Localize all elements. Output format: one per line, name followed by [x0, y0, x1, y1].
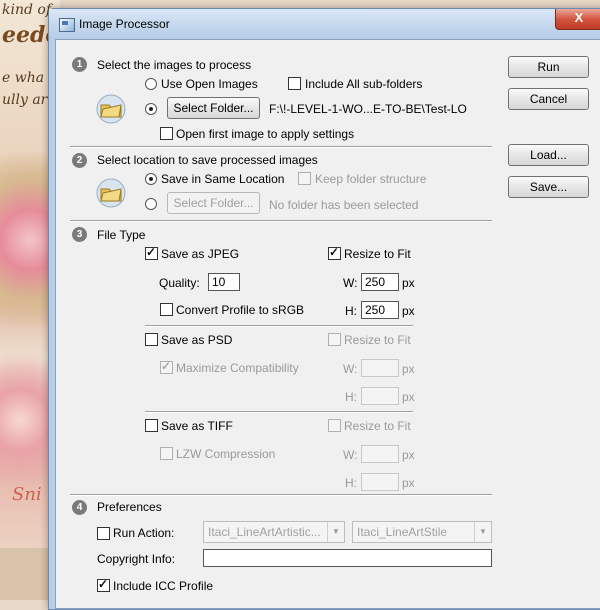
title-bar[interactable]: Image Processor X [49, 9, 600, 39]
lzw-compression-checkbox[interactable] [160, 447, 173, 460]
tiff-height-unit: px [402, 476, 415, 490]
psd-width-unit: px [402, 362, 415, 376]
psd-resize-checkbox[interactable] [328, 333, 341, 346]
save-same-location-radio[interactable] [145, 173, 157, 185]
lzw-compression-label: LZW Compression [176, 447, 276, 461]
psd-resize-label: Resize to Fit [344, 333, 411, 347]
include-icc-checkbox[interactable] [97, 577, 110, 592]
section4-heading: Preferences [97, 500, 162, 514]
jpeg-width-input[interactable]: 250 [361, 273, 399, 291]
section1-heading: Select the images to process [97, 58, 252, 72]
use-open-images-label: Use Open Images [161, 77, 258, 91]
tiff-resize-checkbox[interactable] [328, 419, 341, 432]
save-same-location-label: Save in Same Location [161, 172, 285, 186]
action-name-value: Itaci_LineArtStile [357, 525, 448, 539]
copyright-label: Copyright Info: [97, 552, 176, 566]
use-open-images-radio[interactable] [145, 78, 157, 90]
source-folder-path: F:\!-LEVEL-1-WO...E-TO-BE\Test-LO [269, 102, 467, 116]
select-destination-folder-button[interactable]: Select Folder... [167, 192, 260, 214]
save-as-psd-label: Save as PSD [161, 333, 233, 347]
step-1-badge: 1 [72, 57, 87, 72]
save-as-tiff-label: Save as TIFF [161, 419, 233, 433]
chevron-down-icon: ▼ [474, 522, 491, 542]
tiff-resize-label: Resize to Fit [344, 419, 411, 433]
tiff-height-input[interactable] [361, 473, 399, 491]
jpeg-height-label: H: [345, 304, 357, 318]
tiff-width-input[interactable] [361, 445, 399, 463]
cancel-button[interactable]: Cancel [508, 88, 589, 110]
psd-height-label: H: [345, 390, 357, 404]
run-button[interactable]: Run [508, 56, 589, 78]
psd-width-label: W: [343, 362, 358, 376]
maximize-compatibility-checkbox[interactable] [160, 359, 173, 374]
folder-icon [96, 94, 126, 124]
select-destination-radio[interactable] [145, 198, 157, 210]
jpeg-resize-label: Resize to Fit [344, 247, 411, 261]
chevron-down-icon: ▼ [327, 522, 344, 542]
load-button[interactable]: Load... [508, 144, 589, 166]
action-set-select[interactable]: Itaci_LineArtArtistic... ▼ [203, 521, 345, 543]
folder-icon [96, 178, 126, 208]
background-text-3: e wha [2, 70, 45, 86]
format-divider [145, 411, 413, 413]
quality-input[interactable]: 10 [208, 273, 240, 291]
background-text-4: ully ar [2, 92, 48, 108]
psd-height-input[interactable] [361, 387, 399, 405]
app-icon [59, 18, 75, 32]
save-as-jpeg-label: Save as JPEG [161, 247, 240, 261]
run-action-label: Run Action: [113, 526, 175, 540]
window-title: Image Processor [79, 17, 170, 31]
convert-profile-checkbox[interactable] [160, 303, 173, 316]
section-divider [70, 220, 492, 222]
jpeg-width-label: W: [343, 276, 358, 290]
copyright-input[interactable] [203, 549, 492, 567]
section2-heading: Select location to save processed images [97, 153, 318, 167]
jpeg-height-input[interactable]: 250 [361, 301, 399, 319]
maximize-compatibility-label: Maximize Compatibility [176, 361, 299, 375]
format-divider [145, 325, 413, 327]
jpeg-width-unit: px [402, 276, 415, 290]
save-as-tiff-checkbox[interactable] [145, 419, 158, 432]
background-text-1: kind of [2, 2, 51, 18]
include-icc-label: Include ICC Profile [113, 579, 214, 593]
save-as-psd-checkbox[interactable] [145, 333, 158, 346]
psd-height-unit: px [402, 390, 415, 404]
tiff-width-unit: px [402, 448, 415, 462]
close-button[interactable]: X [555, 9, 600, 30]
dialog-body: 1 Select the images to process Use Open … [55, 39, 600, 609]
tiff-height-label: H: [345, 476, 357, 490]
step-3-badge: 3 [72, 227, 87, 242]
section3-heading: File Type [97, 228, 146, 242]
section-divider [70, 494, 492, 496]
quality-label: Quality: [159, 276, 200, 290]
convert-profile-label: Convert Profile to sRGB [176, 303, 305, 317]
save-as-jpeg-checkbox[interactable] [145, 245, 158, 260]
psd-width-input[interactable] [361, 359, 399, 377]
select-source-folder-button[interactable]: Select Folder... [167, 97, 260, 119]
save-button[interactable]: Save... [508, 176, 589, 198]
background-text-5: Sni [12, 484, 42, 505]
no-folder-message: No folder has been selected [269, 198, 419, 212]
run-action-checkbox[interactable] [97, 527, 110, 540]
include-subfolders-label: Include All sub-folders [305, 77, 423, 91]
section-divider [70, 146, 492, 148]
jpeg-height-unit: px [402, 304, 415, 318]
open-first-image-checkbox[interactable] [160, 127, 173, 140]
action-name-select[interactable]: Itaci_LineArtStile ▼ [352, 521, 492, 543]
action-set-value: Itaci_LineArtArtistic... [208, 525, 321, 539]
tiff-width-label: W: [343, 448, 358, 462]
keep-folder-structure-checkbox[interactable] [298, 172, 311, 185]
step-2-badge: 2 [72, 153, 87, 168]
open-first-image-label: Open first image to apply settings [176, 127, 355, 141]
select-folder-radio[interactable] [145, 103, 157, 115]
image-processor-dialog: Image Processor X 1 Select the images to… [48, 8, 600, 610]
step-4-badge: 4 [72, 500, 87, 515]
include-subfolders-checkbox[interactable] [288, 77, 301, 90]
jpeg-resize-checkbox[interactable] [328, 245, 341, 260]
keep-folder-structure-label: Keep folder structure [315, 172, 427, 186]
